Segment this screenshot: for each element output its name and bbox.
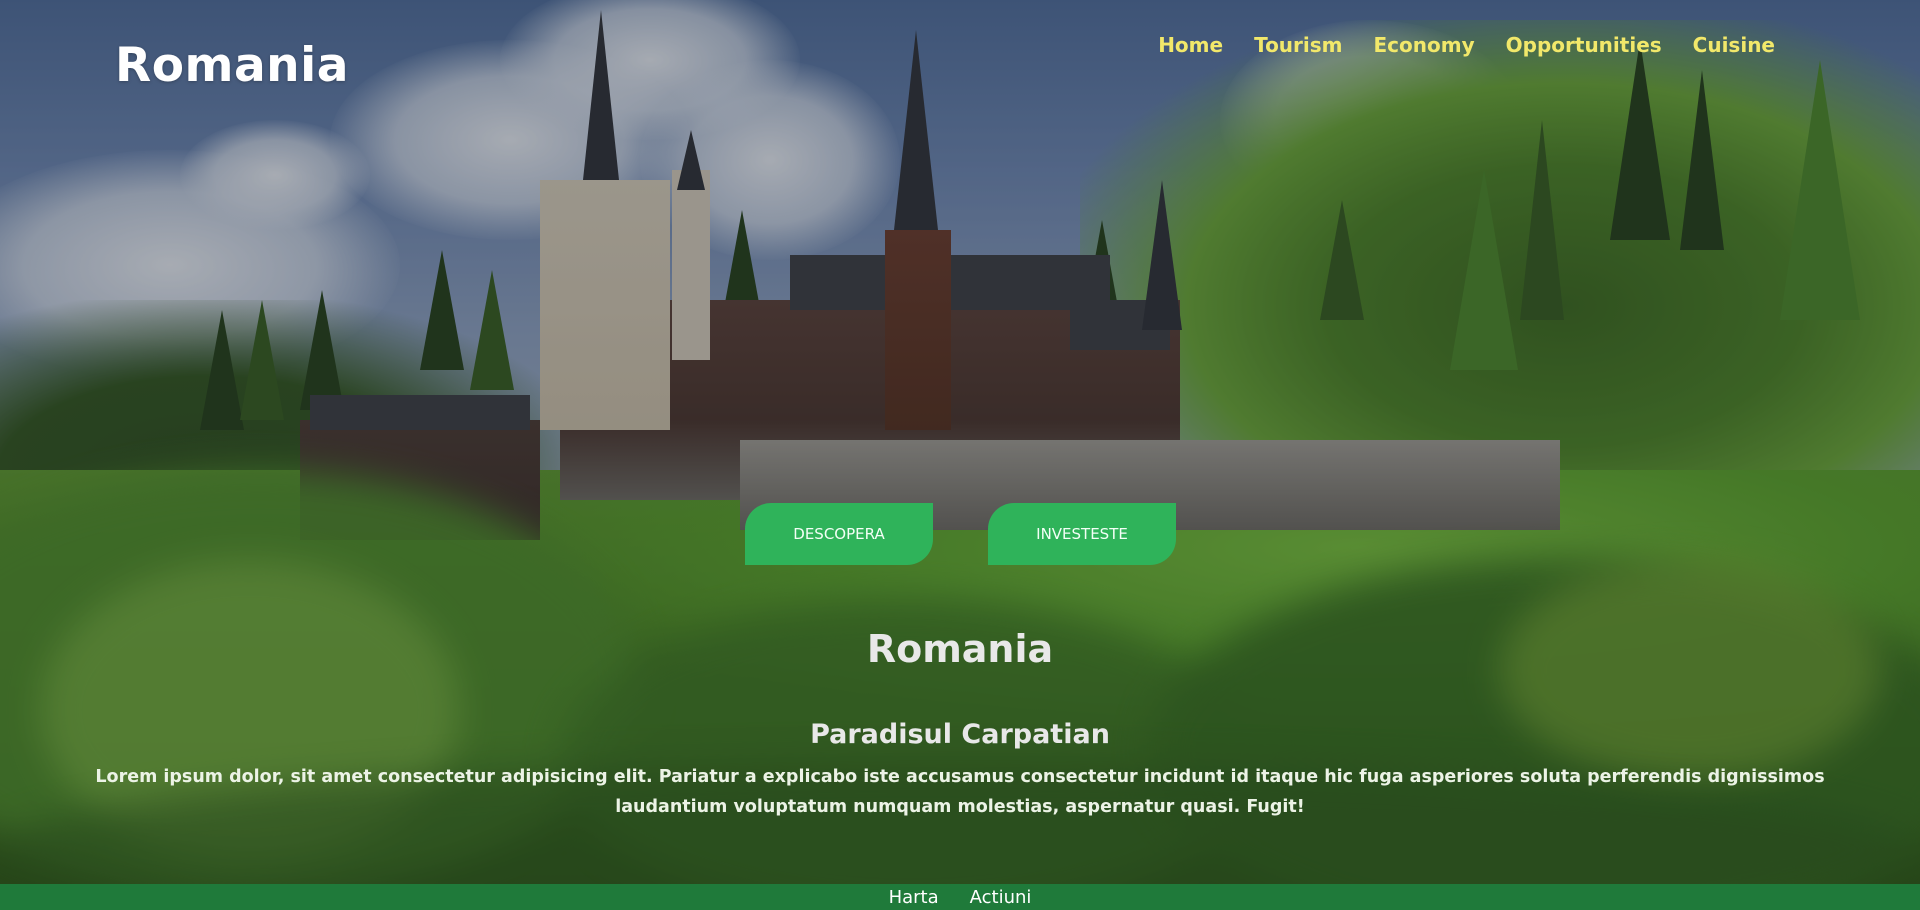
investeste-button[interactable]: INVESTESTE (988, 503, 1176, 565)
main-nav: Home Tourism Economy Opportunities Cuisi… (1158, 33, 1775, 57)
descopera-button[interactable]: DESCOPERA (745, 503, 933, 565)
footer-link-actiuni[interactable]: Actiuni (970, 887, 1032, 908)
nav-cuisine[interactable]: Cuisine (1693, 33, 1775, 57)
brand-title: Romania (115, 38, 349, 93)
hero-title: Romania (866, 627, 1054, 671)
hero-subtitle: Paradisul Carpatian (810, 719, 1110, 750)
nav-tourism[interactable]: Tourism (1254, 33, 1342, 57)
nav-economy[interactable]: Economy (1374, 33, 1475, 57)
footer-bar: Harta Actiuni (0, 884, 1920, 910)
nav-home[interactable]: Home (1158, 33, 1223, 57)
hero-description: Lorem ipsum dolor, sit amet consectetur … (95, 767, 1825, 817)
footer-link-harta[interactable]: Harta (889, 887, 939, 908)
page: Romania Home Tourism Economy Opportuniti… (0, 0, 1920, 910)
nav-opportunities[interactable]: Opportunities (1506, 33, 1662, 57)
